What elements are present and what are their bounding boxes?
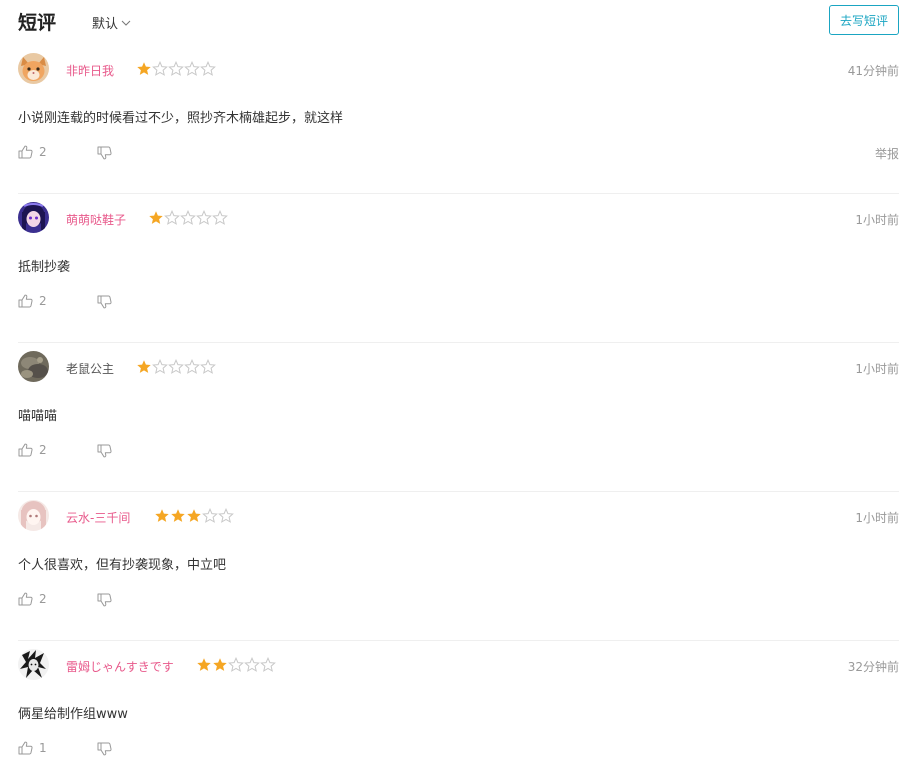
review-item: 老鼠公主 1小时前 喵喵喵 2 xyxy=(18,343,899,492)
star-empty-icon xyxy=(168,359,184,374)
anime-girl-avatar[interactable] xyxy=(18,202,49,233)
thumbs-down-icon xyxy=(97,742,112,756)
username[interactable]: 萌萌哒鞋子 xyxy=(66,211,126,228)
review-content: 抵制抄袭 xyxy=(18,260,71,275)
star-empty-icon xyxy=(168,61,184,76)
photo-avatar[interactable] xyxy=(18,351,49,382)
thumbs-down-icon xyxy=(97,146,112,160)
review-item: 非昨日我 41分钟前 小说刚连载的时候看过不少，照抄齐木楠雄起步，就这样 2 举… xyxy=(18,45,899,194)
thumbs-up-icon xyxy=(18,741,33,755)
username[interactable]: 云水-三千间 xyxy=(66,509,130,526)
thumbs-up-icon xyxy=(18,294,33,308)
like-count: 2 xyxy=(39,443,47,457)
username[interactable]: 老鼠公主 xyxy=(66,360,114,377)
star-filled-icon xyxy=(149,211,163,224)
star-empty-icon xyxy=(218,508,234,523)
review-item: 雷姆じゃんすきです 32分钟前 俩星给制作组www 1 xyxy=(18,641,899,773)
star-empty-icon xyxy=(244,657,260,672)
review-content: 俩星给制作组www xyxy=(18,707,128,722)
timestamp: 1小时前 xyxy=(855,362,899,376)
like-button[interactable]: 1 xyxy=(18,739,47,757)
timestamp: 1小时前 xyxy=(855,511,899,525)
review-content: 小说刚连载的时候看过不少，照抄齐木楠雄起步，就这样 xyxy=(18,111,344,126)
star-empty-icon xyxy=(260,657,276,672)
star-empty-icon xyxy=(164,210,180,225)
anime-avatar[interactable] xyxy=(18,500,49,531)
star-empty-icon xyxy=(184,61,200,76)
like-count: 2 xyxy=(39,592,47,606)
thumbs-down-icon xyxy=(97,593,112,607)
star-empty-icon xyxy=(180,210,196,225)
thumbs-down-icon xyxy=(97,295,112,309)
timestamp: 1小时前 xyxy=(855,213,899,227)
star-rating xyxy=(154,508,234,524)
star-empty-icon xyxy=(152,359,168,374)
star-filled-icon xyxy=(213,658,227,671)
star-rating xyxy=(196,657,276,673)
like-count: 1 xyxy=(39,741,47,755)
star-filled-icon xyxy=(137,360,151,373)
sort-dropdown[interactable]: 默认 xyxy=(92,13,131,32)
username[interactable]: 雷姆じゃんすきです xyxy=(66,658,174,675)
chevron-down-icon xyxy=(121,20,131,26)
monochrome-avatar[interactable] xyxy=(18,649,49,680)
star-filled-icon xyxy=(155,509,169,522)
dislike-button[interactable] xyxy=(97,294,112,313)
thumbs-up-icon xyxy=(18,145,33,159)
reviews-header: 短评 默认 去写短评 xyxy=(0,0,914,44)
thumbs-up-icon xyxy=(18,592,33,606)
review-content: 喵喵喵 xyxy=(18,409,58,424)
like-button[interactable]: 2 xyxy=(18,143,47,161)
star-filled-icon xyxy=(171,509,185,522)
review-content: 个人很喜欢，但有抄袭现象，中立吧 xyxy=(18,558,227,573)
thumbs-up-icon xyxy=(18,443,33,457)
star-rating xyxy=(136,61,216,77)
star-empty-icon xyxy=(200,61,216,76)
star-empty-icon xyxy=(200,359,216,374)
like-count: 2 xyxy=(39,294,47,308)
star-filled-icon xyxy=(197,658,211,671)
review-item: 萌萌哒鞋子 1小时前 抵制抄袭 2 xyxy=(18,194,899,343)
like-button[interactable]: 2 xyxy=(18,441,47,459)
cat-avatar[interactable] xyxy=(18,53,49,84)
star-empty-icon xyxy=(196,210,212,225)
star-rating xyxy=(148,210,228,226)
star-empty-icon xyxy=(228,657,244,672)
dislike-button[interactable] xyxy=(97,443,112,462)
star-empty-icon xyxy=(202,508,218,523)
sort-label: 默认 xyxy=(92,17,119,32)
like-button[interactable]: 2 xyxy=(18,292,47,310)
thumbs-down-icon xyxy=(97,444,112,458)
report-link[interactable]: 举报 xyxy=(875,145,899,162)
star-empty-icon xyxy=(152,61,168,76)
timestamp: 41分钟前 xyxy=(847,64,899,78)
dislike-button[interactable] xyxy=(97,145,112,164)
dislike-button[interactable] xyxy=(97,741,112,760)
section-title: 短评 xyxy=(18,12,57,34)
username[interactable]: 非昨日我 xyxy=(66,62,114,79)
star-filled-icon xyxy=(137,62,151,75)
star-empty-icon xyxy=(212,210,228,225)
dislike-button[interactable] xyxy=(97,592,112,611)
star-filled-icon xyxy=(187,509,201,522)
star-rating xyxy=(136,359,216,375)
star-empty-icon xyxy=(184,359,200,374)
write-review-button[interactable]: 去写短评 xyxy=(829,5,899,35)
like-count: 2 xyxy=(39,145,47,159)
timestamp: 32分钟前 xyxy=(847,660,899,674)
review-item: 云水-三千间 1小时前 个人很喜欢，但有抄袭现象，中立吧 2 xyxy=(18,492,899,641)
like-button[interactable]: 2 xyxy=(18,590,47,608)
